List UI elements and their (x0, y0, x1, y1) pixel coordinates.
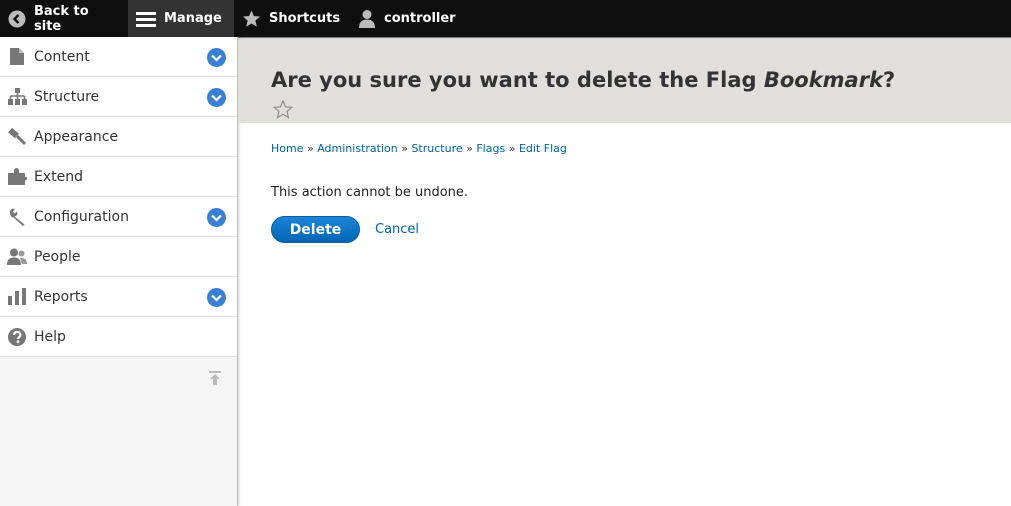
user-icon (358, 9, 376, 29)
sidebar-item-reports[interactable]: Reports (0, 277, 237, 317)
sidebar-item-label: Help (34, 328, 66, 345)
sidebar-item-extend[interactable]: Extend (0, 157, 237, 197)
sidebar-item-label: Appearance (34, 128, 119, 145)
user-tab[interactable]: controller (350, 0, 470, 37)
breadcrumb-separator: » (306, 142, 314, 155)
wrench-icon (7, 207, 27, 227)
breadcrumb-home[interactable]: Home (271, 142, 303, 155)
back-to-site-label: Back to site (34, 3, 89, 34)
sidebar-item-structure[interactable]: Structure (0, 77, 237, 117)
sidebar-collapse-arrow-icon[interactable] (206, 369, 224, 387)
sidebar-item-label: Content (34, 48, 90, 65)
chevron-down-icon[interactable] (207, 48, 226, 67)
delete-button[interactable]: Delete (271, 216, 360, 243)
sidebar-item-configuration[interactable]: Configuration (0, 197, 237, 237)
help-icon (7, 327, 27, 347)
manage-label: Manage (164, 11, 222, 26)
page-title-flag-name: Bookmark (763, 68, 884, 92)
sidebar-item-label: Extend (34, 168, 83, 185)
shortcuts-label: Shortcuts (269, 11, 341, 26)
chevron-down-icon[interactable] (207, 88, 226, 107)
admin-toolbar: Back to site Manage Shortcuts controller (0, 0, 1011, 37)
sidebar-item-label: People (34, 248, 81, 265)
breadcrumb-administration[interactable]: Administration (317, 142, 398, 155)
sidebar-item-label: Configuration (34, 208, 129, 225)
breadcrumb: Home » Administration » Structure » Flag… (271, 142, 567, 155)
sidebar-item-content[interactable]: Content (0, 37, 237, 77)
breadcrumb-separator: » (401, 142, 408, 155)
star-icon (242, 9, 261, 28)
sitemap-icon (7, 87, 27, 107)
manage-tab[interactable]: Manage (128, 0, 234, 37)
breadcrumb-flags[interactable]: Flags (476, 142, 505, 155)
people-icon (7, 247, 27, 267)
shortcut-star-icon[interactable] (272, 99, 294, 120)
admin-sidebar: Content Structure Appearance Extend Conf… (0, 37, 238, 506)
chevron-down-icon[interactable] (207, 208, 226, 227)
sidebar-item-label: Reports (34, 288, 88, 305)
sidebar-item-help[interactable]: Help (0, 317, 237, 357)
back-to-site-link[interactable]: Back to site (0, 0, 128, 37)
user-label: controller (384, 11, 456, 26)
confirmation-message: This action cannot be undone. (271, 185, 469, 200)
breadcrumb-separator: » (508, 142, 516, 155)
sidebar-item-label: Structure (34, 88, 100, 105)
shortcuts-tab[interactable]: Shortcuts (234, 0, 350, 37)
page-title-suffix: ? (883, 68, 896, 92)
bar-chart-icon (7, 287, 27, 307)
paintbrush-icon (7, 127, 27, 147)
sidebar-item-people[interactable]: People (0, 237, 237, 277)
page-title: Are you sure you want to delete the Flag… (271, 68, 895, 92)
page-title-prefix: Are you sure you want to delete the Flag (271, 68, 764, 92)
cancel-link[interactable]: Cancel (375, 222, 419, 237)
breadcrumb-separator: » (466, 142, 473, 155)
sidebar-item-appearance[interactable]: Appearance (0, 117, 237, 157)
hamburger-icon (136, 10, 156, 28)
file-icon (7, 47, 27, 67)
puzzle-icon (7, 167, 27, 187)
breadcrumb-structure[interactable]: Structure (411, 142, 462, 155)
chevron-down-icon[interactable] (207, 288, 226, 307)
page-header: Are you sure you want to delete the Flag… (238, 39, 1011, 123)
chevron-left-circle-icon (8, 10, 26, 28)
breadcrumb-edit-flag[interactable]: Edit Flag (519, 142, 567, 155)
